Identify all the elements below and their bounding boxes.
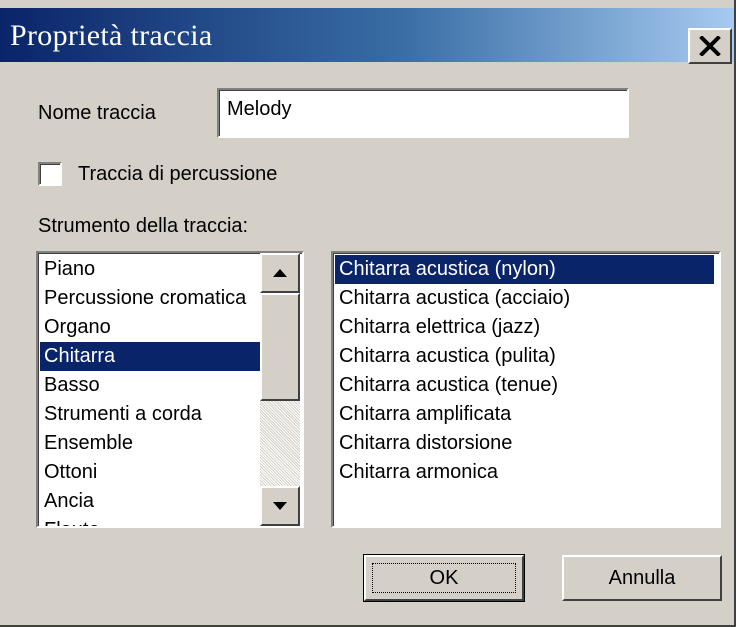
- category-scrollbar[interactable]: [260, 253, 300, 526]
- category-item[interactable]: Flauto: [40, 516, 265, 526]
- title-bar[interactable]: Proprietà traccia: [0, 8, 734, 64]
- focus-rect: [372, 563, 516, 593]
- category-item[interactable]: Organo: [40, 313, 265, 342]
- track-properties-dialog: Proprietà traccia Nome traccia Traccia d…: [0, 0, 736, 627]
- ok-button[interactable]: OK: [363, 554, 525, 602]
- instrument-item[interactable]: Chitarra amplificata: [335, 400, 714, 429]
- arrow-down-icon: [273, 502, 287, 510]
- instrument-item[interactable]: Chitarra acustica (tenue): [335, 371, 714, 400]
- track-name-field[interactable]: [217, 88, 629, 138]
- instrument-item[interactable]: Chitarra acustica (nylon): [335, 255, 714, 284]
- instrument-item[interactable]: Chitarra armonica: [335, 458, 714, 487]
- scroll-thumb[interactable]: [260, 293, 300, 401]
- category-item[interactable]: Chitarra: [40, 342, 265, 371]
- window-title: Proprietà traccia: [10, 19, 213, 52]
- category-item[interactable]: Ottoni: [40, 458, 265, 487]
- arrow-up-icon: [273, 269, 287, 277]
- instrument-list[interactable]: Chitarra acustica (nylon) Chitarra acusti…: [331, 251, 721, 528]
- percussion-label: Traccia di percussione: [78, 163, 278, 185]
- category-item[interactable]: Basso: [40, 371, 265, 400]
- instrument-item[interactable]: Chitarra distorsione: [335, 429, 714, 458]
- track-name-label: Nome traccia: [38, 102, 156, 124]
- instrument-item[interactable]: Chitarra acustica (pulita): [335, 342, 714, 371]
- cancel-button[interactable]: Annulla: [562, 555, 722, 601]
- category-item[interactable]: Percussione cromatica: [40, 284, 265, 313]
- category-item[interactable]: Ensemble: [40, 429, 265, 458]
- instrument-category-list[interactable]: Piano Percussione cromatica Organo Chitarra…: [36, 251, 304, 528]
- cancel-label: Annulla: [608, 566, 676, 589]
- scroll-up-button[interactable]: [260, 253, 300, 293]
- instrument-label: Strumento della traccia:: [38, 215, 249, 237]
- track-name-input[interactable]: [227, 98, 617, 121]
- percussion-checkbox[interactable]: [38, 162, 62, 186]
- category-item[interactable]: Piano: [40, 255, 265, 284]
- category-item[interactable]: Ancia: [40, 487, 265, 516]
- close-button[interactable]: [688, 28, 732, 64]
- instrument-item[interactable]: Chitarra acustica (acciaio): [335, 284, 714, 313]
- scroll-down-button[interactable]: [260, 486, 300, 526]
- category-item[interactable]: Strumenti a corda: [40, 400, 265, 429]
- close-icon: [699, 36, 721, 56]
- instrument-item[interactable]: Chitarra elettrica (jazz): [335, 313, 714, 342]
